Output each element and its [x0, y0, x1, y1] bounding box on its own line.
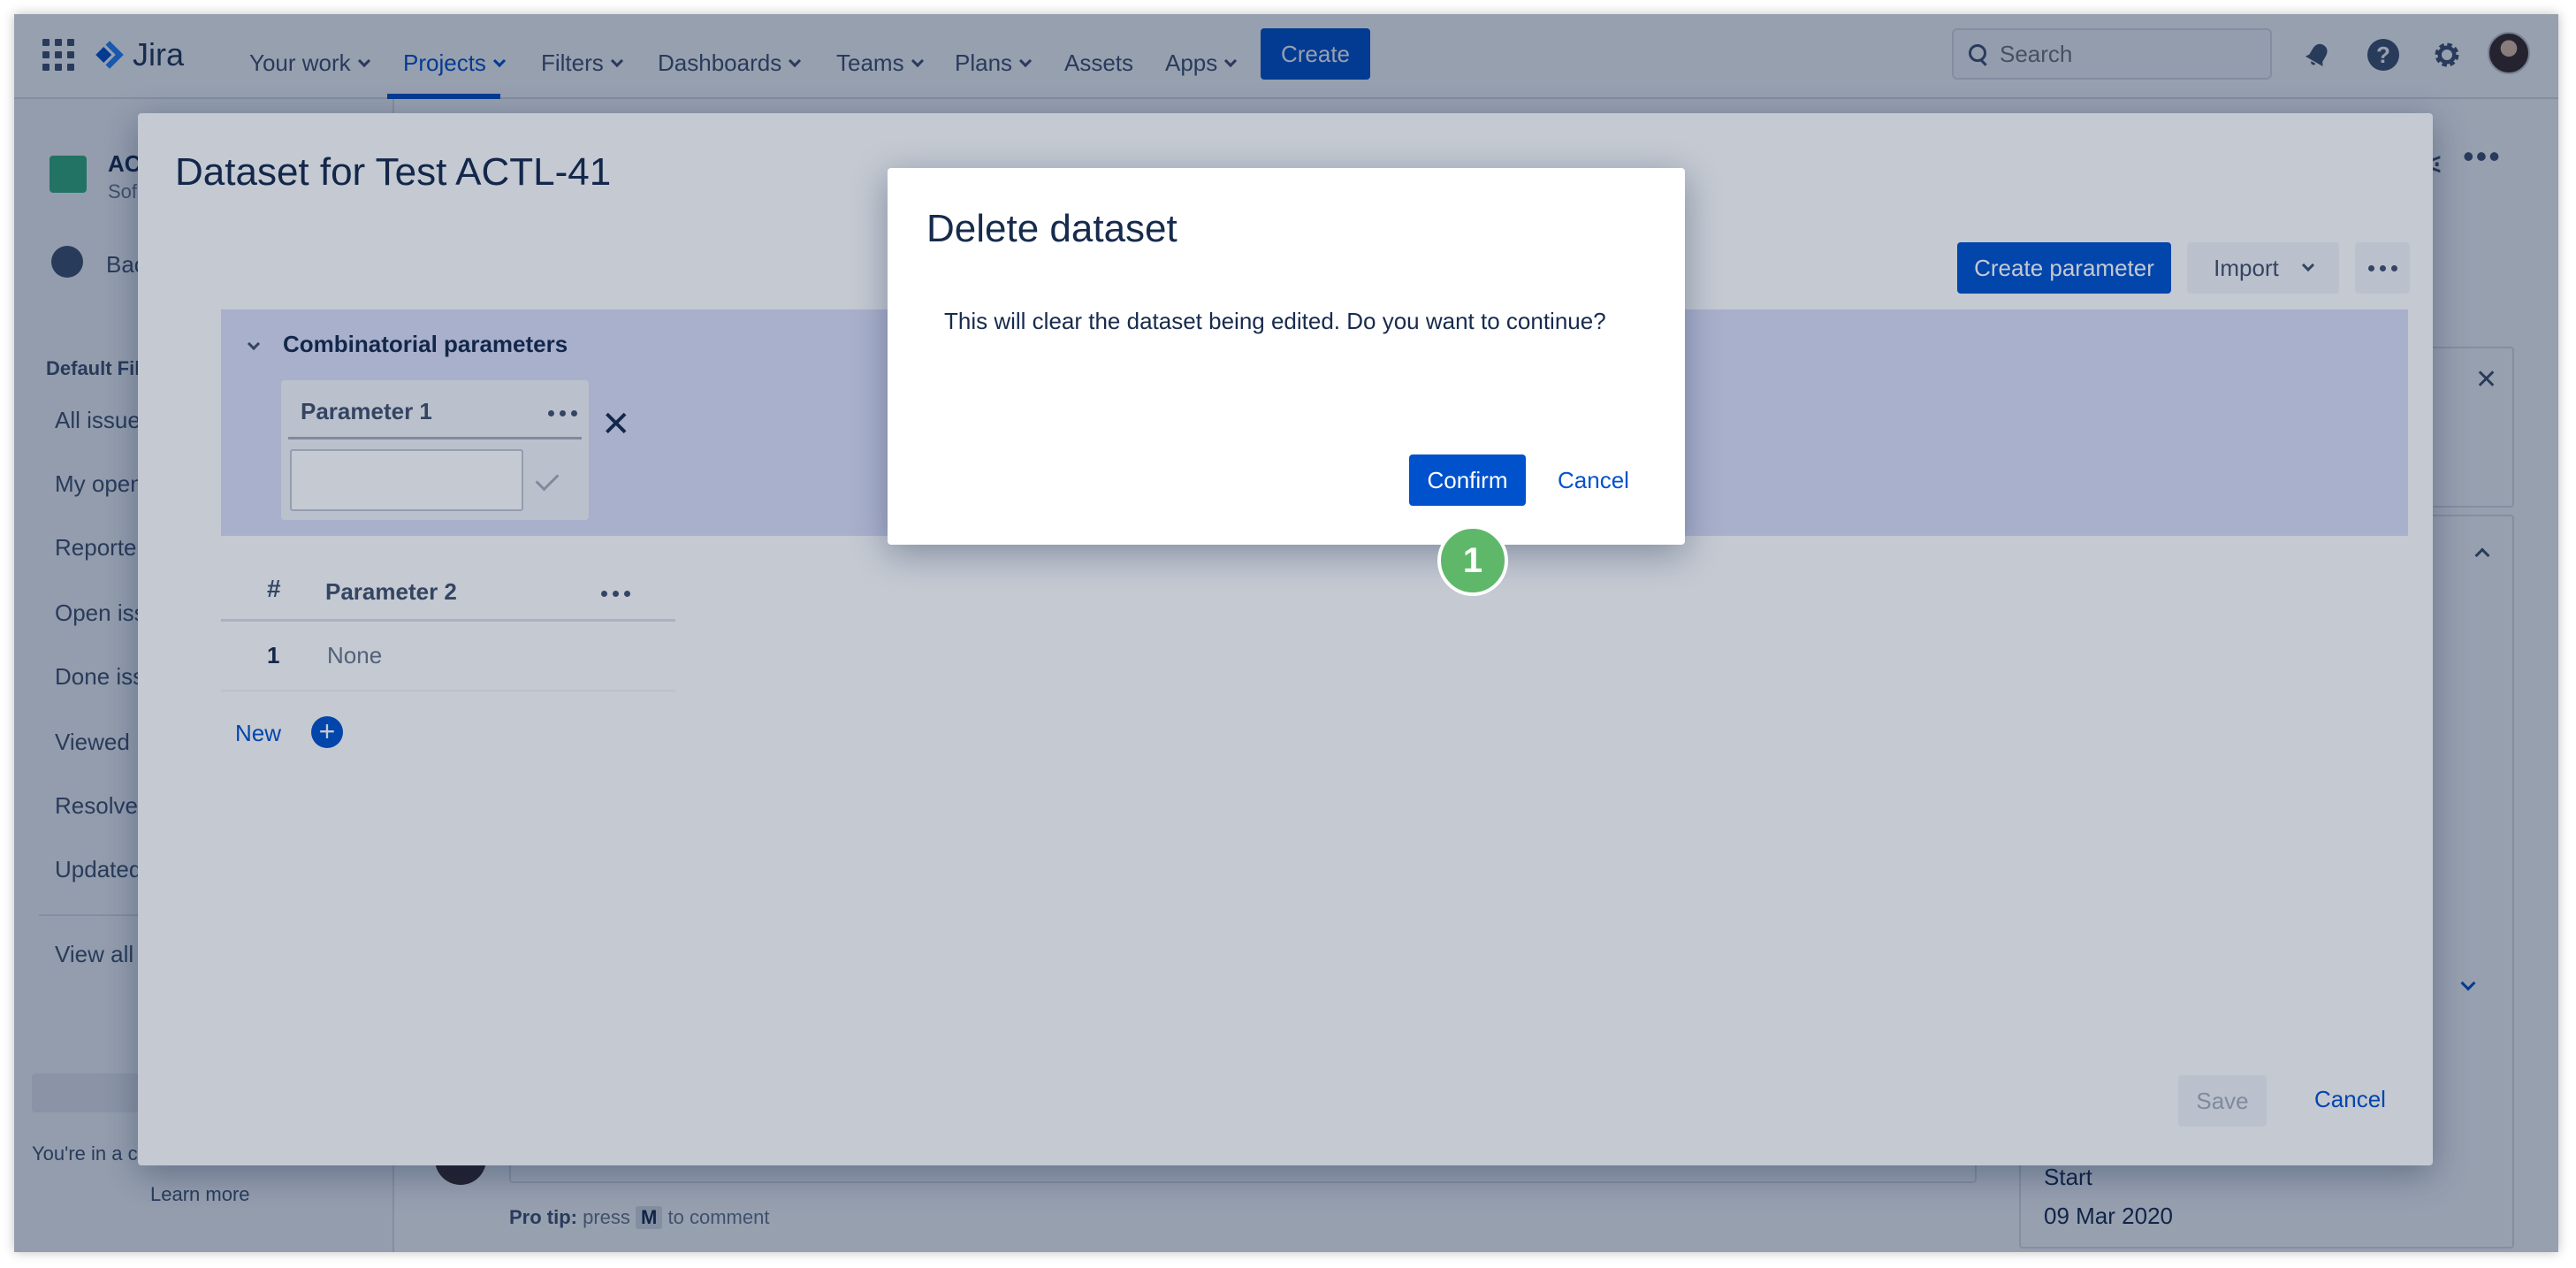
dialog-title: Delete dataset: [926, 207, 1177, 250]
step-marker: 1: [1437, 525, 1508, 596]
app-window: Jira Your work Projects Filters Dashboar…: [14, 14, 2558, 1252]
dialog-message: This will clear the dataset being edited…: [944, 308, 1606, 334]
dialog-cancel-button[interactable]: Cancel: [1558, 467, 1629, 494]
delete-dataset-dialog: Delete dataset This will clear the datas…: [888, 168, 1685, 545]
confirm-button[interactable]: Confirm: [1409, 454, 1526, 506]
